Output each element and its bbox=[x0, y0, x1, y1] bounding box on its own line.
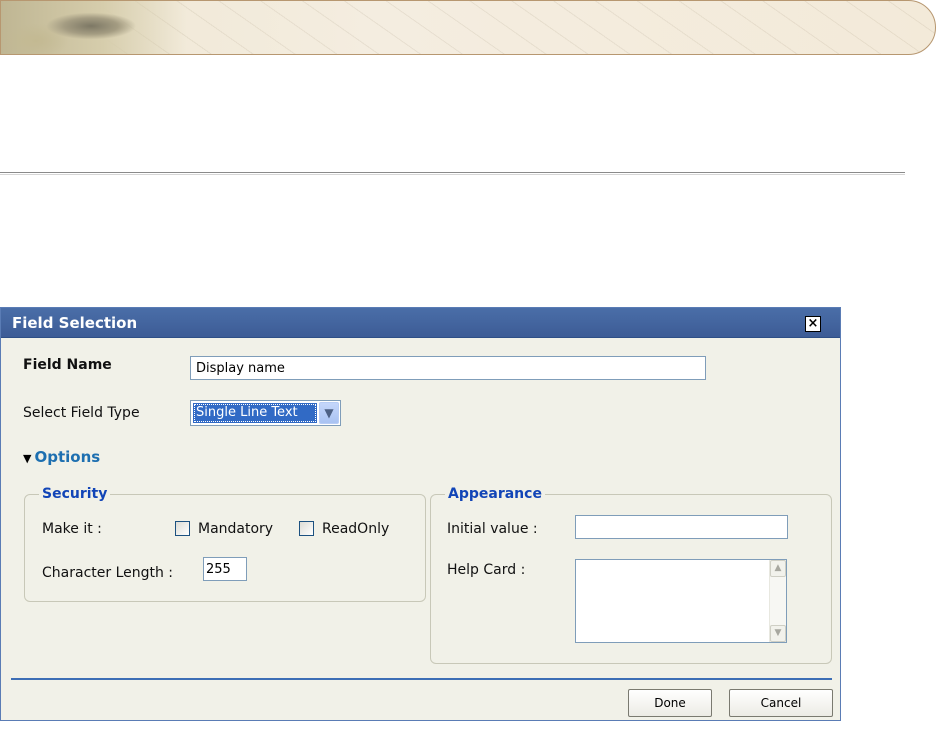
chevron-down-icon[interactable]: ▼ bbox=[319, 402, 339, 424]
field-name-label: Field Name bbox=[23, 357, 112, 373]
character-length-label: Character Length : bbox=[42, 565, 174, 581]
dialog-title: Field Selection bbox=[12, 314, 138, 332]
cancel-button[interactable]: Cancel bbox=[729, 689, 833, 717]
initial-value-label: Initial value : bbox=[447, 521, 538, 537]
mandatory-label: Mandatory bbox=[198, 521, 274, 537]
security-legend: Security bbox=[42, 486, 108, 502]
help-card-scrollbar[interactable]: ▲ ▼ bbox=[769, 560, 786, 642]
options-toggle[interactable]: ▼ Options bbox=[23, 448, 100, 466]
character-length-input[interactable] bbox=[203, 557, 247, 581]
make-it-label: Make it : bbox=[42, 521, 102, 537]
caret-down-icon: ▼ bbox=[23, 452, 32, 465]
security-group: Security bbox=[24, 486, 426, 602]
done-button[interactable]: Done bbox=[628, 689, 712, 717]
footer-divider bbox=[11, 678, 832, 680]
dialog-titlebar: Field Selection × bbox=[1, 308, 840, 338]
help-card-label: Help Card : bbox=[447, 562, 526, 578]
help-card-textarea[interactable]: ▲ ▼ bbox=[575, 559, 787, 643]
field-name-input[interactable] bbox=[190, 356, 706, 380]
readonly-checkbox[interactable] bbox=[299, 521, 314, 536]
readonly-label: ReadOnly bbox=[322, 521, 390, 537]
initial-value-input[interactable] bbox=[575, 515, 788, 539]
field-type-select[interactable]: Single Line Text ▼ bbox=[190, 400, 341, 426]
header-banner bbox=[0, 0, 936, 55]
banner-artwork bbox=[1, 1, 186, 54]
scroll-up-icon[interactable]: ▲ bbox=[770, 560, 786, 577]
field-type-label: Select Field Type bbox=[23, 405, 140, 421]
scroll-down-icon[interactable]: ▼ bbox=[770, 625, 786, 642]
close-icon[interactable]: × bbox=[805, 316, 821, 332]
appearance-legend: Appearance bbox=[448, 486, 542, 502]
field-type-selected-value: Single Line Text bbox=[193, 403, 317, 423]
field-selection-dialog: Field Selection × Field Name Select Fiel… bbox=[0, 307, 841, 721]
options-label: Options bbox=[34, 448, 101, 466]
mandatory-checkbox[interactable] bbox=[175, 521, 190, 536]
page-divider bbox=[0, 172, 905, 175]
